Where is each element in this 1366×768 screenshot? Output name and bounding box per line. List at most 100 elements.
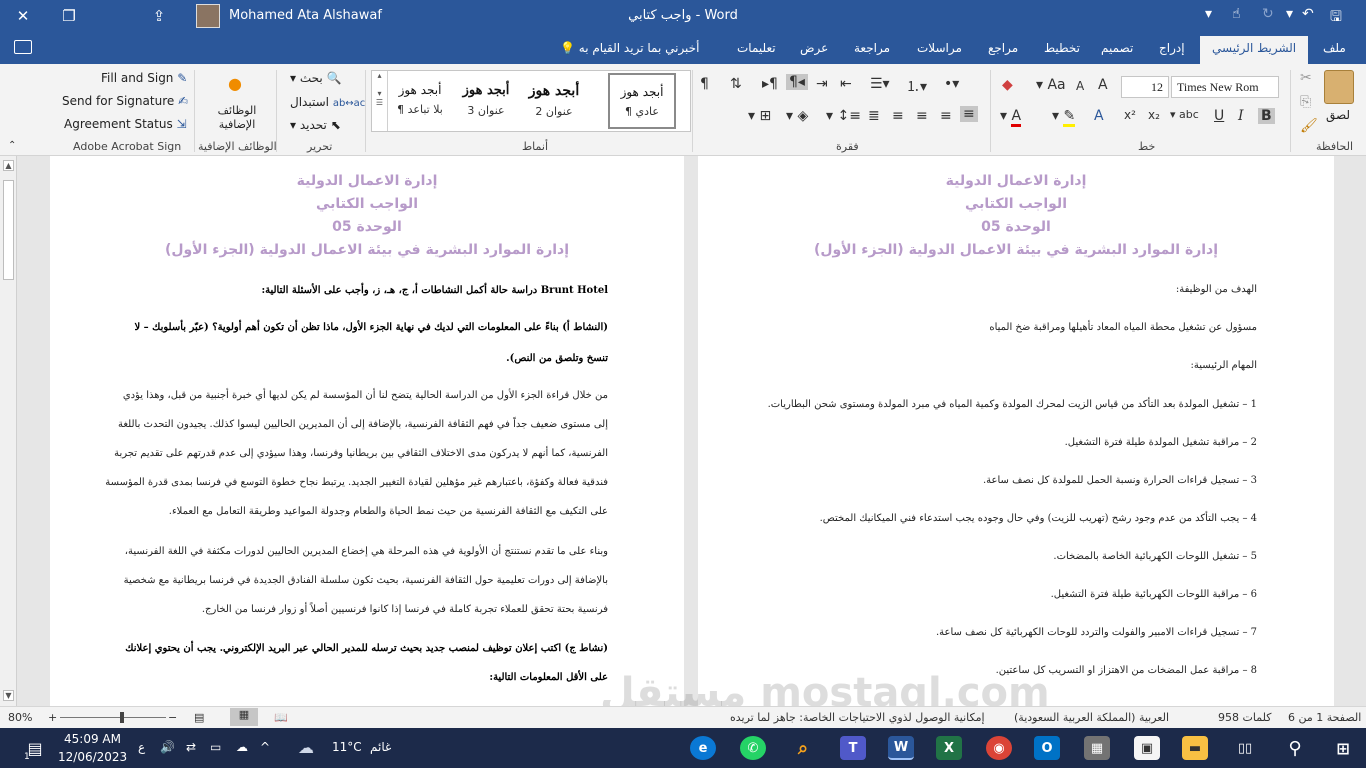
- zoom-slider-thumb[interactable]: [120, 712, 124, 723]
- print-layout-icon[interactable]: ▦: [230, 708, 258, 726]
- style-normal[interactable]: أبجد هوز ¶ عادي: [608, 73, 676, 129]
- volume-icon[interactable]: 🔊: [160, 740, 175, 754]
- tab-help[interactable]: تعليمات: [737, 41, 776, 55]
- multilevel-list-icon[interactable]: ☰▾: [870, 76, 890, 92]
- font-color-icon[interactable]: ▾ A: [1000, 108, 1022, 127]
- scroll-thumb[interactable]: [3, 180, 14, 280]
- align-center-icon[interactable]: ≡: [940, 108, 952, 124]
- touch-mode-icon[interactable]: ☝: [1232, 6, 1241, 22]
- change-case-icon[interactable]: ▾ Aa: [1036, 77, 1066, 93]
- zoom-in-icon[interactable]: +: [48, 711, 57, 724]
- align-right-icon[interactable]: ≡: [960, 106, 978, 122]
- align-justify-icon[interactable]: ≡: [892, 108, 904, 124]
- format-painter-icon[interactable]: 🖌: [1300, 118, 1318, 134]
- comments-icon[interactable]: [14, 40, 32, 54]
- clock-time[interactable]: 45:09 AM: [64, 732, 121, 746]
- redo-icon[interactable]: ↻: [1262, 6, 1274, 22]
- tab-view[interactable]: عرض: [800, 41, 828, 55]
- start-button[interactable]: ⊞: [1330, 736, 1356, 760]
- subscript-icon[interactable]: x₂: [1148, 108, 1160, 122]
- style-no-spacing[interactable]: أبجد هوز ¶ بلا تباعد: [388, 73, 452, 129]
- word-count[interactable]: 958 كلمات: [1218, 711, 1271, 724]
- weather-icon[interactable]: ☁: [298, 738, 314, 757]
- highlight-icon[interactable]: ▾ ✎: [1052, 108, 1076, 127]
- align-left-icon[interactable]: ≡: [916, 108, 928, 124]
- tab-mailings[interactable]: مراسلات: [917, 41, 962, 55]
- paste-button[interactable]: لصق: [1326, 108, 1350, 122]
- page-number[interactable]: الصفحة 1 من 6: [1288, 711, 1361, 724]
- superscript-icon[interactable]: x²: [1124, 108, 1136, 122]
- edge-icon[interactable]: e: [690, 736, 716, 760]
- grow-font-icon[interactable]: A: [1098, 77, 1108, 93]
- borders-icon[interactable]: ▾ ⊞: [748, 108, 771, 124]
- excel-icon[interactable]: X: [936, 736, 962, 760]
- cut-icon[interactable]: ✂: [1300, 70, 1312, 86]
- file-explorer-icon[interactable]: ▬: [1182, 736, 1208, 760]
- sort-icon[interactable]: ⇅: [730, 76, 742, 92]
- show-marks-icon[interactable]: ¶: [700, 76, 709, 92]
- onedrive-icon[interactable]: ☁: [236, 740, 248, 754]
- calculator-icon[interactable]: ▦: [1084, 736, 1110, 760]
- close-button[interactable]: ✕: [0, 0, 46, 32]
- vertical-scrollbar[interactable]: ▲ ▼: [0, 156, 17, 706]
- tab-layout[interactable]: تخطيط: [1044, 41, 1080, 55]
- teams-icon[interactable]: T: [840, 736, 866, 760]
- restore-button[interactable]: ❐: [46, 0, 92, 32]
- tab-file[interactable]: ملف: [1323, 41, 1346, 55]
- undo-dropdown-icon[interactable]: ▾: [1286, 6, 1293, 22]
- copy-icon[interactable]: ⎘: [1300, 94, 1311, 110]
- save-icon[interactable]: 🖫: [1330, 6, 1342, 30]
- clock-date[interactable]: 12/06/2023: [58, 750, 127, 764]
- tell-me-search[interactable]: 💡 أخبرني بما تريد القيام به: [560, 41, 699, 55]
- numbering-icon[interactable]: ⒈▾: [906, 76, 927, 96]
- accessibility-status[interactable]: إمكانية الوصول لذوي الاحتياجات الخاصة: ج…: [730, 711, 985, 724]
- zoom-slider[interactable]: [60, 717, 166, 718]
- decrease-indent-icon[interactable]: ⇤: [840, 76, 852, 92]
- tab-references[interactable]: مراجع: [988, 41, 1018, 55]
- strikethrough-icon[interactable]: ▾ abc: [1170, 108, 1199, 121]
- user-name[interactable]: Mohamed Ata Alshawaf: [229, 8, 382, 23]
- store-icon[interactable]: ▣: [1134, 736, 1160, 760]
- show-hidden-icons[interactable]: ^: [260, 740, 270, 754]
- distributed-icon[interactable]: ≣: [868, 108, 880, 124]
- fill-sign-button[interactable]: Fill and Sign ✎: [101, 71, 187, 85]
- avatar[interactable]: [196, 4, 220, 28]
- ltr-icon[interactable]: ▸¶: [762, 76, 778, 92]
- tab-review[interactable]: مراجعة: [854, 41, 890, 55]
- search-app-icon[interactable]: ⌕: [790, 736, 816, 760]
- document-page-1[interactable]: إدارة الاعمال الدولية الواجب الكتابي الو…: [698, 156, 1334, 706]
- font-size-box[interactable]: 12: [1121, 76, 1169, 98]
- style-heading-3[interactable]: أبجد هوز عنوان 3: [454, 73, 518, 129]
- task-view-icon[interactable]: ▯▯: [1232, 736, 1258, 760]
- font-name-box[interactable]: Times New Rom: [1171, 76, 1279, 98]
- text-effects-icon[interactable]: A: [1094, 108, 1104, 124]
- search-icon[interactable]: ⚲: [1282, 736, 1308, 760]
- word-icon[interactable]: W: [888, 736, 914, 760]
- zoom-level[interactable]: 80%: [8, 711, 32, 724]
- scroll-up-arrow[interactable]: ▲: [3, 160, 14, 171]
- battery-icon[interactable]: ▭: [210, 740, 221, 754]
- styles-scroll[interactable]: ▴ ▾ ☰: [372, 71, 388, 131]
- weather-temp[interactable]: 11°C: [332, 740, 362, 754]
- input-language[interactable]: ع: [138, 740, 145, 754]
- agreement-status-button[interactable]: Agreement Status ⇲: [64, 117, 187, 131]
- tab-design[interactable]: تصميم: [1101, 41, 1133, 55]
- collapse-ribbon-icon[interactable]: ⌃: [8, 140, 16, 151]
- rtl-icon[interactable]: ¶◂: [786, 74, 808, 90]
- whatsapp-icon[interactable]: ✆: [740, 736, 766, 760]
- tab-insert[interactable]: إدراج: [1159, 41, 1185, 55]
- line-spacing-icon[interactable]: ▾ ↕≡: [826, 108, 861, 124]
- read-mode-icon[interactable]: 📖: [274, 711, 288, 724]
- find-button[interactable]: ▾ بحث 🔍: [290, 71, 342, 85]
- chrome-icon[interactable]: ◉: [986, 736, 1012, 760]
- addins-button[interactable]: الوظائف الإضافية: [212, 104, 262, 132]
- language-status[interactable]: العربية (المملكة العربية السعودية): [1014, 711, 1169, 724]
- bullets-icon[interactable]: •▾: [944, 76, 959, 92]
- weather-condition[interactable]: غائم: [370, 740, 391, 754]
- bold-icon[interactable]: B: [1258, 108, 1275, 124]
- customize-qat-icon[interactable]: ▾: [1205, 6, 1212, 22]
- style-heading-2[interactable]: أبجد هوز عنوان 2: [522, 73, 586, 129]
- tab-home[interactable]: الشريط الرئيسي: [1200, 36, 1309, 64]
- outlook-icon[interactable]: O: [1034, 736, 1060, 760]
- scroll-down-arrow[interactable]: ▼: [3, 690, 14, 701]
